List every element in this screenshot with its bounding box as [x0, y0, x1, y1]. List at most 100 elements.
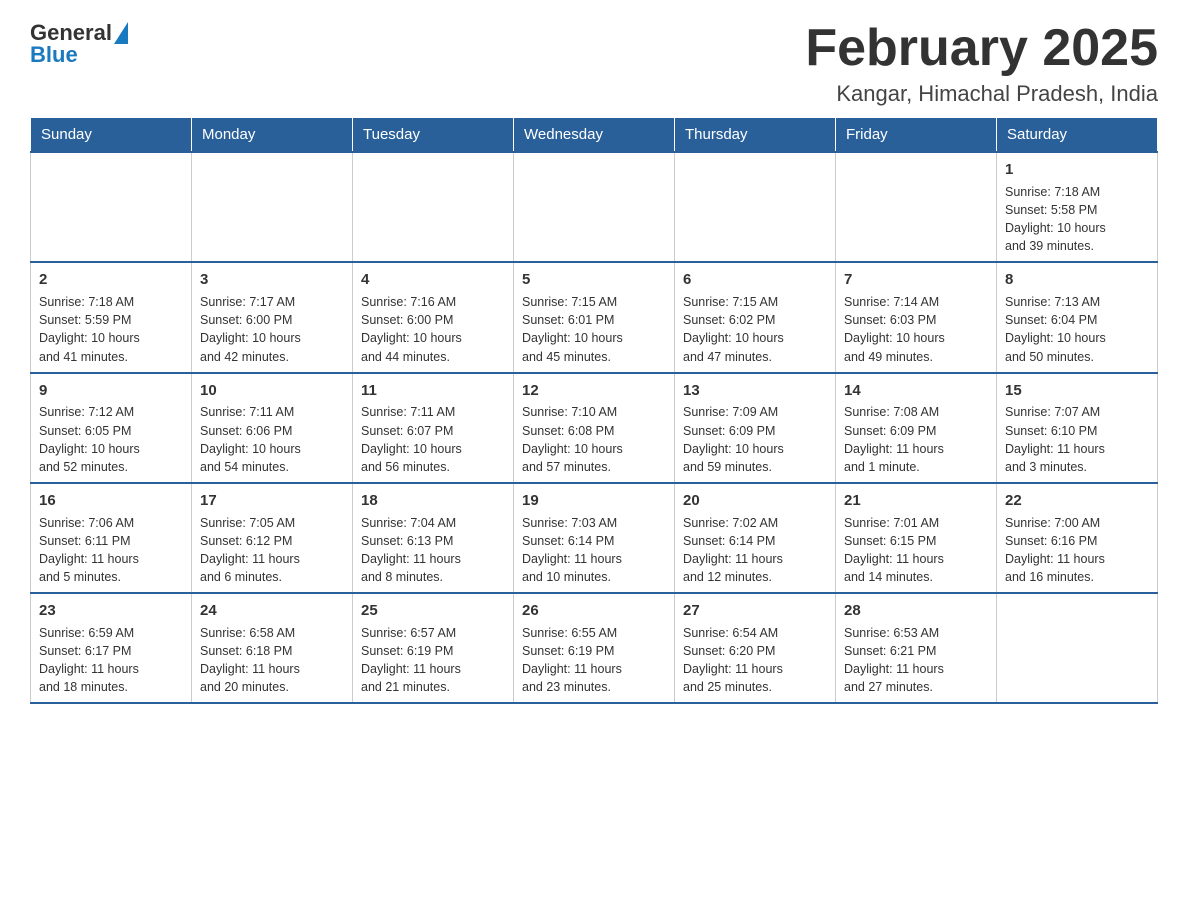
day-info: Sunrise: 7:11 AMSunset: 6:06 PMDaylight:… — [200, 403, 344, 476]
day-number: 2 — [39, 269, 183, 291]
calendar-cell: 24Sunrise: 6:58 AMSunset: 6:18 PMDayligh… — [192, 593, 353, 703]
page-header: General Blue February 2025 Kangar, Himac… — [30, 20, 1158, 107]
day-number: 28 — [844, 600, 988, 622]
day-info: Sunrise: 7:04 AMSunset: 6:13 PMDaylight:… — [361, 514, 505, 587]
calendar-cell: 15Sunrise: 7:07 AMSunset: 6:10 PMDayligh… — [997, 373, 1158, 483]
day-info: Sunrise: 7:17 AMSunset: 6:00 PMDaylight:… — [200, 293, 344, 366]
calendar-cell: 25Sunrise: 6:57 AMSunset: 6:19 PMDayligh… — [353, 593, 514, 703]
day-number: 7 — [844, 269, 988, 291]
calendar-cell — [997, 593, 1158, 703]
calendar-table: SundayMondayTuesdayWednesdayThursdayFrid… — [30, 117, 1158, 704]
day-info: Sunrise: 7:03 AMSunset: 6:14 PMDaylight:… — [522, 514, 666, 587]
day-number: 4 — [361, 269, 505, 291]
day-number: 15 — [1005, 380, 1149, 402]
month-title: February 2025 — [805, 20, 1158, 77]
day-info: Sunrise: 6:53 AMSunset: 6:21 PMDaylight:… — [844, 624, 988, 697]
calendar-cell: 9Sunrise: 7:12 AMSunset: 6:05 PMDaylight… — [31, 373, 192, 483]
calendar-cell: 16Sunrise: 7:06 AMSunset: 6:11 PMDayligh… — [31, 483, 192, 593]
calendar-cell: 1Sunrise: 7:18 AMSunset: 5:58 PMDaylight… — [997, 152, 1158, 262]
day-number: 5 — [522, 269, 666, 291]
calendar-cell: 6Sunrise: 7:15 AMSunset: 6:02 PMDaylight… — [675, 262, 836, 372]
day-info: Sunrise: 7:05 AMSunset: 6:12 PMDaylight:… — [200, 514, 344, 587]
logo-blue-text: Blue — [30, 42, 78, 68]
day-number: 21 — [844, 490, 988, 512]
day-number: 19 — [522, 490, 666, 512]
day-info: Sunrise: 6:54 AMSunset: 6:20 PMDaylight:… — [683, 624, 827, 697]
day-number: 3 — [200, 269, 344, 291]
day-info: Sunrise: 7:12 AMSunset: 6:05 PMDaylight:… — [39, 403, 183, 476]
calendar-cell: 11Sunrise: 7:11 AMSunset: 6:07 PMDayligh… — [353, 373, 514, 483]
calendar-cell — [675, 152, 836, 262]
calendar-cell: 5Sunrise: 7:15 AMSunset: 6:01 PMDaylight… — [514, 262, 675, 372]
logo: General Blue — [30, 20, 128, 68]
calendar-cell — [31, 152, 192, 262]
calendar-cell: 3Sunrise: 7:17 AMSunset: 6:00 PMDaylight… — [192, 262, 353, 372]
calendar-cell: 4Sunrise: 7:16 AMSunset: 6:00 PMDaylight… — [353, 262, 514, 372]
calendar-header-monday: Monday — [192, 118, 353, 153]
calendar-header-sunday: Sunday — [31, 118, 192, 153]
calendar-cell — [514, 152, 675, 262]
day-info: Sunrise: 7:09 AMSunset: 6:09 PMDaylight:… — [683, 403, 827, 476]
day-info: Sunrise: 7:11 AMSunset: 6:07 PMDaylight:… — [361, 403, 505, 476]
logo-triangle-icon — [114, 22, 128, 44]
day-info: Sunrise: 7:15 AMSunset: 6:02 PMDaylight:… — [683, 293, 827, 366]
day-number: 8 — [1005, 269, 1149, 291]
calendar-cell: 10Sunrise: 7:11 AMSunset: 6:06 PMDayligh… — [192, 373, 353, 483]
day-number: 26 — [522, 600, 666, 622]
calendar-cell: 26Sunrise: 6:55 AMSunset: 6:19 PMDayligh… — [514, 593, 675, 703]
calendar-cell: 18Sunrise: 7:04 AMSunset: 6:13 PMDayligh… — [353, 483, 514, 593]
calendar-cell: 13Sunrise: 7:09 AMSunset: 6:09 PMDayligh… — [675, 373, 836, 483]
calendar-cell: 22Sunrise: 7:00 AMSunset: 6:16 PMDayligh… — [997, 483, 1158, 593]
day-number: 20 — [683, 490, 827, 512]
calendar-header-row: SundayMondayTuesdayWednesdayThursdayFrid… — [31, 118, 1158, 153]
day-number: 23 — [39, 600, 183, 622]
day-number: 17 — [200, 490, 344, 512]
day-number: 11 — [361, 380, 505, 402]
calendar-header-tuesday: Tuesday — [353, 118, 514, 153]
day-number: 13 — [683, 380, 827, 402]
calendar-header-saturday: Saturday — [997, 118, 1158, 153]
day-info: Sunrise: 7:00 AMSunset: 6:16 PMDaylight:… — [1005, 514, 1149, 587]
calendar-cell: 12Sunrise: 7:10 AMSunset: 6:08 PMDayligh… — [514, 373, 675, 483]
day-info: Sunrise: 7:14 AMSunset: 6:03 PMDaylight:… — [844, 293, 988, 366]
day-number: 6 — [683, 269, 827, 291]
day-number: 25 — [361, 600, 505, 622]
title-section: February 2025 Kangar, Himachal Pradesh, … — [805, 20, 1158, 107]
day-info: Sunrise: 7:07 AMSunset: 6:10 PMDaylight:… — [1005, 403, 1149, 476]
day-info: Sunrise: 7:01 AMSunset: 6:15 PMDaylight:… — [844, 514, 988, 587]
calendar-cell: 7Sunrise: 7:14 AMSunset: 6:03 PMDaylight… — [836, 262, 997, 372]
day-number: 24 — [200, 600, 344, 622]
calendar-cell: 20Sunrise: 7:02 AMSunset: 6:14 PMDayligh… — [675, 483, 836, 593]
calendar-header-thursday: Thursday — [675, 118, 836, 153]
day-number: 10 — [200, 380, 344, 402]
day-info: Sunrise: 6:55 AMSunset: 6:19 PMDaylight:… — [522, 624, 666, 697]
day-info: Sunrise: 6:57 AMSunset: 6:19 PMDaylight:… — [361, 624, 505, 697]
calendar-week-row-2: 2Sunrise: 7:18 AMSunset: 5:59 PMDaylight… — [31, 262, 1158, 372]
day-info: Sunrise: 7:06 AMSunset: 6:11 PMDaylight:… — [39, 514, 183, 587]
calendar-cell: 19Sunrise: 7:03 AMSunset: 6:14 PMDayligh… — [514, 483, 675, 593]
calendar-cell: 17Sunrise: 7:05 AMSunset: 6:12 PMDayligh… — [192, 483, 353, 593]
calendar-cell: 14Sunrise: 7:08 AMSunset: 6:09 PMDayligh… — [836, 373, 997, 483]
day-info: Sunrise: 7:15 AMSunset: 6:01 PMDaylight:… — [522, 293, 666, 366]
calendar-cell: 23Sunrise: 6:59 AMSunset: 6:17 PMDayligh… — [31, 593, 192, 703]
calendar-cell — [836, 152, 997, 262]
day-number: 14 — [844, 380, 988, 402]
calendar-cell — [353, 152, 514, 262]
day-info: Sunrise: 7:18 AMSunset: 5:58 PMDaylight:… — [1005, 183, 1149, 256]
calendar-week-row-4: 16Sunrise: 7:06 AMSunset: 6:11 PMDayligh… — [31, 483, 1158, 593]
calendar-cell: 8Sunrise: 7:13 AMSunset: 6:04 PMDaylight… — [997, 262, 1158, 372]
calendar-cell: 27Sunrise: 6:54 AMSunset: 6:20 PMDayligh… — [675, 593, 836, 703]
calendar-cell: 21Sunrise: 7:01 AMSunset: 6:15 PMDayligh… — [836, 483, 997, 593]
day-number: 9 — [39, 380, 183, 402]
calendar-header-wednesday: Wednesday — [514, 118, 675, 153]
day-number: 12 — [522, 380, 666, 402]
calendar-cell: 28Sunrise: 6:53 AMSunset: 6:21 PMDayligh… — [836, 593, 997, 703]
calendar-cell: 2Sunrise: 7:18 AMSunset: 5:59 PMDaylight… — [31, 262, 192, 372]
day-info: Sunrise: 6:58 AMSunset: 6:18 PMDaylight:… — [200, 624, 344, 697]
day-info: Sunrise: 7:10 AMSunset: 6:08 PMDaylight:… — [522, 403, 666, 476]
day-info: Sunrise: 6:59 AMSunset: 6:17 PMDaylight:… — [39, 624, 183, 697]
calendar-week-row-1: 1Sunrise: 7:18 AMSunset: 5:58 PMDaylight… — [31, 152, 1158, 262]
day-number: 18 — [361, 490, 505, 512]
day-info: Sunrise: 7:02 AMSunset: 6:14 PMDaylight:… — [683, 514, 827, 587]
calendar-week-row-3: 9Sunrise: 7:12 AMSunset: 6:05 PMDaylight… — [31, 373, 1158, 483]
